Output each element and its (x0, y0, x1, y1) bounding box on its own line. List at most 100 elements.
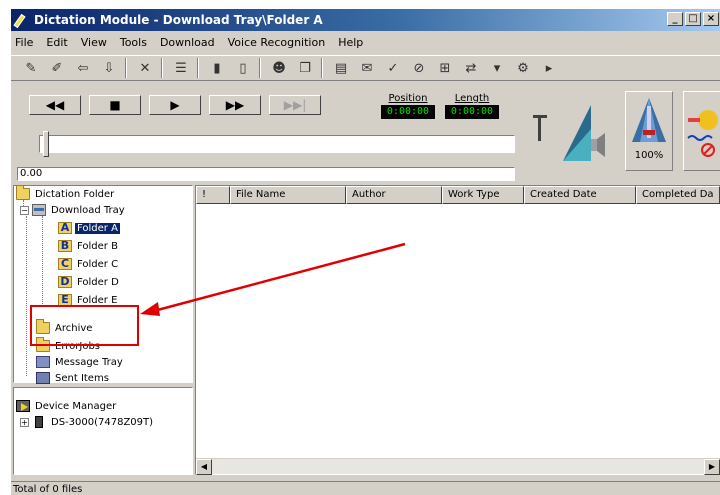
tree-node-folder-d[interactable]: D Folder D (58, 274, 121, 290)
tree-label: Message Tray (55, 356, 123, 368)
fast-forward-button[interactable]: ▶▶ (209, 95, 261, 115)
voice-recognition-control[interactable] (683, 91, 720, 171)
transport-panel: ◀◀ ■ ▶ ▶▶ ▶▶| Position 0:00:00 Length 0:… (11, 87, 720, 181)
transfer-tool-icon[interactable]: ⇄ (461, 58, 481, 78)
check-tool-icon[interactable]: ✓ (383, 58, 403, 78)
toolbar-separator (259, 58, 261, 78)
toolbar-separator (125, 58, 127, 78)
column-work-type[interactable]: Work Type (442, 186, 524, 204)
maximize-button[interactable]: □ (685, 12, 701, 26)
recorder-device-icon (35, 416, 43, 428)
menu-edit[interactable]: Edit (46, 36, 67, 49)
tree-node-message-tray[interactable]: Message Tray (36, 354, 125, 370)
properties-tool-icon[interactable]: ☰ (171, 58, 191, 78)
folder-c-icon: C (58, 258, 72, 270)
folder-d-icon: D (58, 276, 72, 288)
index-mark-icon[interactable] (531, 115, 549, 145)
column-author[interactable]: Author (346, 186, 442, 204)
file-list: ! File Name Author Work Type Created Dat… (195, 185, 720, 475)
column-created-date[interactable]: Created Date (524, 186, 636, 204)
window-controls: _ □ × (665, 12, 719, 26)
menu-tools[interactable]: Tools (120, 36, 147, 49)
receive-tool-icon[interactable]: ▯ (233, 58, 253, 78)
tree-node-device-manager[interactable]: Device Manager (16, 398, 118, 414)
column-priority[interactable]: ! (196, 186, 230, 204)
collapse-icon[interactable]: − (20, 205, 29, 215)
dropdown-tool-icon[interactable]: ▾ (487, 58, 507, 78)
pen-app-icon (15, 13, 29, 27)
expand-icon[interactable]: + (20, 417, 29, 427)
copy-tool-icon[interactable]: ❐ (295, 58, 315, 78)
play-button[interactable]: ▶ (149, 95, 201, 115)
tree-node-download-tray[interactable]: − Download Tray (20, 202, 127, 218)
users-tool-icon[interactable]: ☻ (269, 58, 289, 78)
tree-node-folder-c[interactable]: C Folder C (58, 256, 120, 272)
device-manager-icon (16, 400, 30, 412)
tree-line (26, 216, 27, 376)
cancel-tool-icon[interactable]: ⊘ (409, 58, 429, 78)
print-tool-icon[interactable]: ▤ (331, 58, 351, 78)
menu-download[interactable]: Download (160, 36, 215, 49)
sent-items-icon (36, 372, 50, 384)
speed-percent: 100% (634, 150, 664, 161)
tree-node-dictation-folder[interactable]: Dictation Folder (16, 185, 116, 202)
length-label: Length (454, 93, 490, 104)
tree-label: DS-3000(7478Z09T) (51, 416, 154, 428)
menu-help[interactable]: Help (338, 36, 363, 49)
menu-file[interactable]: File (15, 36, 33, 49)
tree-node-sent-items[interactable]: Sent Items (36, 370, 111, 386)
settings-tool-icon[interactable]: ⚙ (513, 58, 533, 78)
toolbar-separator (161, 58, 163, 78)
voice-recognition-icon (687, 110, 718, 157)
menu-view[interactable]: View (81, 36, 107, 49)
column-file-name[interactable]: File Name (230, 186, 346, 204)
tree-node-folder-a[interactable]: A Folder A (58, 220, 120, 236)
toolbar-separator (197, 58, 199, 78)
tree-node-device[interactable]: + DS-3000(7478Z09T) (20, 414, 155, 430)
position-slider-track[interactable] (39, 135, 515, 153)
download-tool-icon[interactable]: ⇩ (99, 58, 119, 78)
menu-bar: File Edit View Tools Download Voice Reco… (11, 33, 720, 51)
title-bar: Dictation Module - Download Tray\Folder … (11, 9, 720, 31)
delete-tool-icon[interactable]: ✕ (135, 58, 155, 78)
speed-control[interactable]: 100% (625, 91, 673, 171)
tree-label: Sent Items (55, 372, 109, 384)
stop-button[interactable]: ■ (89, 95, 141, 115)
length-value: 0:00:00 (445, 105, 499, 119)
grid-tool-icon[interactable]: ⊞ (435, 58, 455, 78)
folder-icon (16, 185, 30, 200)
column-completed-date[interactable]: Completed Da (636, 186, 720, 204)
more-tool-icon[interactable]: ▸ (539, 58, 559, 78)
tree-node-folder-b[interactable]: B Folder B (58, 238, 120, 254)
speed-gauge-icon (632, 98, 666, 142)
tree-label: Download Tray (51, 204, 125, 216)
horizontal-scrollbar[interactable]: ◀ ▶ (196, 458, 720, 475)
back-tool-icon[interactable]: ⇦ (73, 58, 93, 78)
tree-label: Folder A (75, 222, 120, 234)
list-header: ! File Name Author Work Type Created Dat… (196, 186, 720, 204)
dictation-window: Dictation Module - Download Tray\Folder … (10, 8, 720, 495)
volume-icon[interactable] (561, 99, 607, 165)
transport-buttons: ◀◀ ■ ▶ ▶▶ ▶▶| (29, 95, 329, 115)
status-bar: Total of 0 files (11, 481, 720, 495)
annotation-highlight-box (30, 305, 139, 346)
tree-label: Folder C (77, 258, 119, 270)
toolbar-separator (321, 58, 323, 78)
scroll-left-icon[interactable]: ◀ (196, 459, 212, 475)
device-manager-tree: Device Manager + DS-3000(7478Z09T) (13, 387, 193, 475)
minimize-button[interactable]: _ (667, 12, 683, 26)
close-button[interactable]: × (703, 12, 719, 26)
slider-value: 0.00 (17, 167, 515, 181)
menu-voice-recognition[interactable]: Voice Recognition (228, 36, 326, 49)
send-tool-icon[interactable]: ▮ (207, 58, 227, 78)
mail-tool-icon[interactable]: ✉ (357, 58, 377, 78)
insert-tool-icon[interactable]: ✐ (47, 58, 67, 78)
rewind-button[interactable]: ◀◀ (29, 95, 81, 115)
length-display: Length 0:00:00 (445, 93, 499, 119)
scroll-right-icon[interactable]: ▶ (704, 459, 720, 475)
skip-to-end-button[interactable]: ▶▶| (269, 95, 321, 115)
record-tool-icon[interactable]: ✎ (21, 58, 41, 78)
position-slider-thumb[interactable] (43, 131, 49, 157)
tree-label: Folder B (77, 240, 118, 252)
tree-label: Dictation Folder (35, 188, 115, 200)
